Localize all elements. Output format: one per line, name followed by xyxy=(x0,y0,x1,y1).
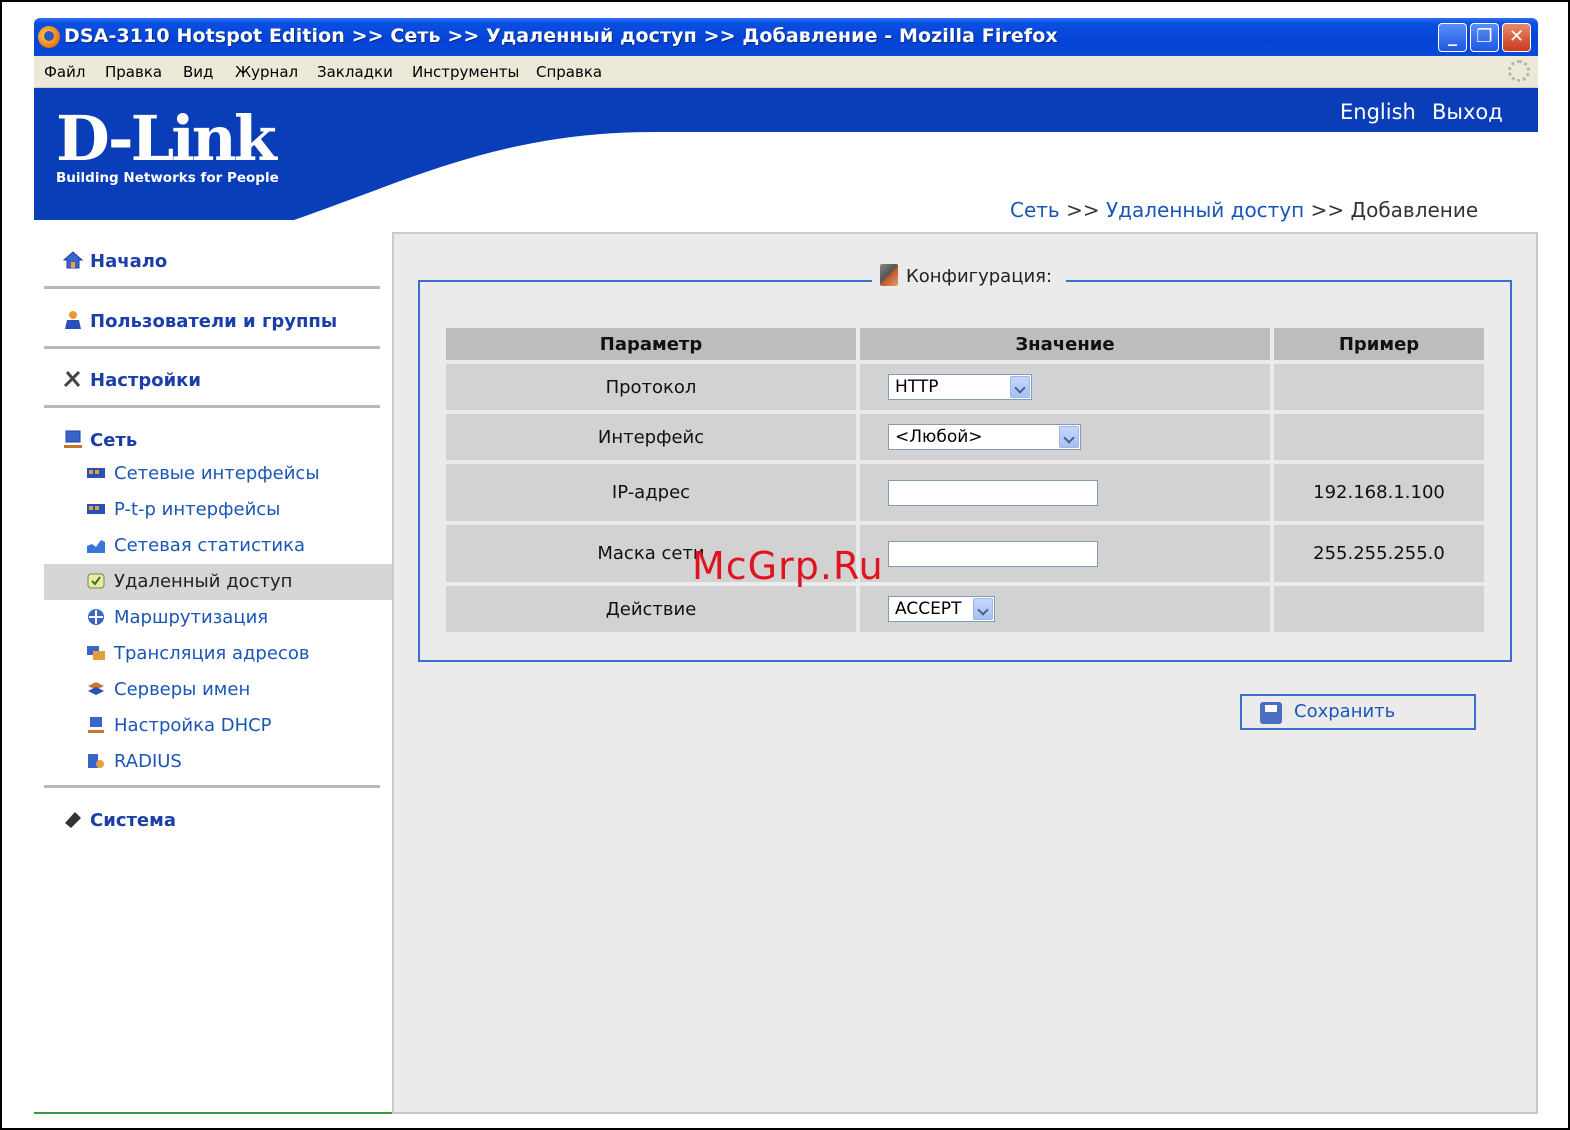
breadcrumb-network[interactable]: Сеть xyxy=(1010,198,1060,222)
throbber-icon xyxy=(1508,60,1530,82)
divider xyxy=(44,286,380,289)
netmask-input[interactable] xyxy=(888,540,1098,567)
sidebar-item-settings[interactable]: Настройки xyxy=(62,369,201,391)
browser-window: DSA-3110 Hotspot Edition >> Сеть >> Удал… xyxy=(0,0,1570,1130)
chevron-down-icon[interactable] xyxy=(973,598,993,620)
maximize-button[interactable]: ❐ xyxy=(1470,23,1499,52)
network-card-icon xyxy=(87,504,105,514)
breadcrumb-current: Добавление xyxy=(1350,198,1479,222)
sidebar-item-network-interfaces[interactable]: Сетевые интерфейсы xyxy=(44,456,392,492)
column-header-value: Значение xyxy=(860,328,1270,360)
minimize-button[interactable]: _ xyxy=(1438,23,1467,52)
menu-history[interactable]: Журнал xyxy=(235,63,298,81)
sidebar-item-dns[interactable]: Серверы имен xyxy=(44,672,392,708)
divider xyxy=(44,405,380,408)
radius-icon xyxy=(88,754,104,768)
sidebar-item-network-stats[interactable]: Сетевая статистика xyxy=(44,528,392,564)
table-row: Протокол HTTP xyxy=(446,364,1484,410)
status-line xyxy=(34,1112,392,1114)
value-cell: HTTP xyxy=(860,364,1270,410)
window-title: DSA-3110 Hotspot Edition >> Сеть >> Удал… xyxy=(64,25,1058,47)
breadcrumb: Сеть >> Удаленный доступ >> Добавление xyxy=(1010,198,1478,222)
sidebar-item-radius[interactable]: RADIUS xyxy=(44,744,392,780)
name-server-icon xyxy=(88,682,104,695)
action-select[interactable]: ACCEPT xyxy=(888,596,995,622)
dlink-logo[interactable]: D-Link xyxy=(56,102,277,175)
column-header-parameter: Параметр xyxy=(446,328,856,360)
dhcp-icon xyxy=(88,717,104,733)
menu-tools[interactable]: Инструменты xyxy=(412,63,519,81)
value-cell xyxy=(860,525,1270,582)
watermark: McGrp.Ru xyxy=(692,544,884,588)
menu-bookmarks[interactable]: Закладки xyxy=(317,63,393,81)
table-row: IP-адрес 192.168.1.100 xyxy=(446,464,1484,521)
english-link[interactable]: English xyxy=(1340,100,1416,124)
sidebar: Начало Пользователи и группы Настройки С… xyxy=(34,234,392,1114)
routing-icon xyxy=(88,609,104,625)
value-cell: <Любой> xyxy=(860,414,1270,460)
param-label: IP-адрес xyxy=(446,464,856,521)
firefox-icon xyxy=(38,26,60,48)
protocol-select[interactable]: HTTP xyxy=(888,374,1032,400)
chevron-down-icon[interactable] xyxy=(1059,426,1079,448)
sidebar-item-dhcp[interactable]: Настройка DHCP xyxy=(44,708,392,744)
value-cell xyxy=(860,464,1270,521)
menu-view[interactable]: Вид xyxy=(183,63,213,81)
ip-address-input[interactable] xyxy=(888,479,1098,506)
divider xyxy=(44,346,380,349)
save-button[interactable]: Сохранить xyxy=(1240,694,1476,730)
dlink-tagline: Building Networks for People xyxy=(56,170,279,186)
sidebar-item-ptp-interfaces[interactable]: P-t-p интерфейсы xyxy=(44,492,392,528)
menu-bar: Файл Правка Вид Журнал Закладки Инструме… xyxy=(34,56,1538,88)
home-icon xyxy=(62,251,84,269)
interface-select[interactable]: <Любой> xyxy=(888,424,1081,450)
divider xyxy=(44,785,380,788)
table-row: Интерфейс <Любой> xyxy=(446,414,1484,460)
example-cell: 192.168.1.100 xyxy=(1274,464,1484,521)
example-cell xyxy=(1274,364,1484,410)
remote-access-icon xyxy=(87,573,105,589)
address-translation-icon xyxy=(87,646,105,660)
config-icon xyxy=(880,264,898,286)
menu-help[interactable]: Справка xyxy=(536,63,602,81)
param-label: Интерфейс xyxy=(446,414,856,460)
sidebar-item-remote-access[interactable]: Удаленный доступ xyxy=(44,564,392,600)
menu-edit[interactable]: Правка xyxy=(105,63,162,81)
example-cell: 255.255.255.0 xyxy=(1274,525,1484,582)
users-icon xyxy=(65,311,81,329)
tools-icon xyxy=(63,370,81,388)
sidebar-item-system[interactable]: Система xyxy=(62,809,176,831)
example-cell xyxy=(1274,586,1484,632)
stats-chart-icon xyxy=(87,540,105,553)
example-cell xyxy=(1274,414,1484,460)
floppy-disk-icon xyxy=(1260,702,1282,724)
config-legend: Конфигурация: xyxy=(872,264,1067,287)
table-row: Действие ACCEPT xyxy=(446,586,1484,632)
sidebar-item-routing[interactable]: Маршрутизация xyxy=(44,600,392,636)
logout-link[interactable]: Выход xyxy=(1432,100,1503,124)
breadcrumb-separator: >> xyxy=(1304,198,1351,222)
menu-file[interactable]: Файл xyxy=(44,63,85,81)
sidebar-item-network[interactable]: Сеть xyxy=(62,429,137,451)
content-area: Конфигурация: Параметр Значение Пример П… xyxy=(392,232,1538,1114)
network-card-icon xyxy=(87,468,105,478)
breadcrumb-separator: >> xyxy=(1059,198,1106,222)
close-button[interactable]: ✕ xyxy=(1502,23,1531,52)
sidebar-item-nat[interactable]: Трансляция адресов xyxy=(44,636,392,672)
param-label: Протокол xyxy=(446,364,856,410)
param-label: Действие xyxy=(446,586,856,632)
table-header-row: Параметр Значение Пример xyxy=(446,328,1484,360)
system-icon xyxy=(65,812,81,828)
table-row: Маска сети 255.255.255.0 xyxy=(446,525,1484,582)
network-icon xyxy=(64,430,82,448)
column-header-example: Пример xyxy=(1274,328,1484,360)
sidebar-item-users[interactable]: Пользователи и группы xyxy=(62,310,337,332)
breadcrumb-remote-access[interactable]: Удаленный доступ xyxy=(1106,198,1304,222)
value-cell: ACCEPT xyxy=(860,586,1270,632)
window-titlebar: DSA-3110 Hotspot Edition >> Сеть >> Удал… xyxy=(34,18,1538,56)
chevron-down-icon[interactable] xyxy=(1010,376,1030,398)
sidebar-item-home[interactable]: Начало xyxy=(62,250,167,272)
config-fieldset: Конфигурация: Параметр Значение Пример П… xyxy=(418,264,1512,662)
